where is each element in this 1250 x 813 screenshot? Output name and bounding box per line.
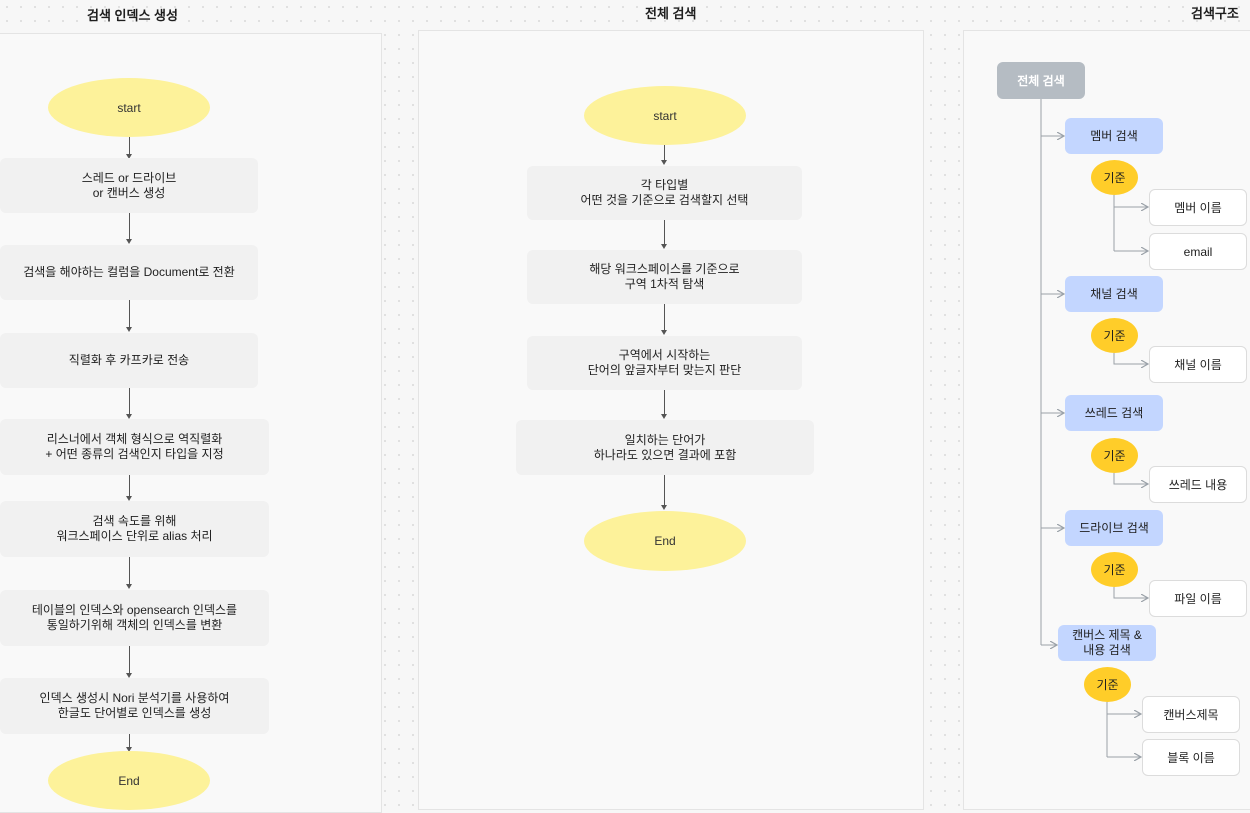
arrowhead-icon	[126, 584, 132, 589]
search-step-select-type[interactable]: 각 타입별 어떤 것을 기준으로 검색할지 선택	[527, 166, 802, 220]
arrowhead-icon	[661, 414, 667, 419]
index-step-deserialize[interactable]: 리스너에서 객체 형식으로 역직렬화 + 어떤 종류의 검색인지 타입을 지정	[0, 419, 269, 475]
arrowhead-icon	[126, 327, 132, 332]
criteria-node[interactable]: 기준	[1091, 160, 1138, 195]
flow-arrow	[664, 390, 665, 415]
index-end-node[interactable]: End	[48, 751, 210, 810]
index-step-alias[interactable]: 검색 속도를 위해 워크스페이스 단위로 alias 처리	[0, 501, 269, 557]
criteria-node[interactable]: 기준	[1091, 438, 1138, 473]
flow-arrow	[664, 220, 665, 245]
arrowhead-icon	[661, 244, 667, 249]
flow-arrow	[664, 475, 665, 506]
flow-arrow	[664, 145, 665, 161]
index-step-convert-index[interactable]: 테이블의 인덱스와 opensearch 인덱스를 통일하기위해 객체의 인덱스…	[0, 590, 269, 646]
criteria-node[interactable]: 기준	[1084, 667, 1131, 702]
search-step-include[interactable]: 일치하는 단어가 하나라도 있으면 결과에 포함	[516, 420, 814, 475]
index-step-kafka[interactable]: 직렬화 후 카프카로 전송	[0, 333, 258, 388]
index-step-create[interactable]: 스레드 or 드라이브 or 캔버스 생성	[0, 158, 258, 213]
arrowhead-icon	[661, 160, 667, 165]
leaf-thread-content[interactable]: 쓰레드 내용	[1149, 466, 1247, 503]
flow-arrow	[129, 475, 130, 497]
leaf-channel-name[interactable]: 채널 이름	[1149, 346, 1247, 383]
search-step-prefix[interactable]: 구역에서 시작하는 단어의 앞글자부터 맞는지 판단	[527, 336, 802, 390]
flow-arrow	[129, 213, 130, 240]
category-thread-search[interactable]: 쓰레드 검색	[1065, 395, 1163, 431]
flow-arrow	[129, 300, 130, 328]
index-section-title: 검색 인덱스 생성	[87, 8, 178, 23]
leaf-member-email[interactable]: email	[1149, 233, 1247, 270]
arrowhead-icon	[661, 505, 667, 510]
arrowhead-icon	[126, 239, 132, 244]
criteria-node[interactable]: 기준	[1091, 552, 1138, 587]
search-end-node[interactable]: End	[584, 511, 746, 571]
category-drive-search[interactable]: 드라이브 검색	[1065, 510, 1163, 546]
arrowhead-icon	[661, 330, 667, 335]
search-section-title: 전체 검색	[645, 6, 697, 21]
flow-arrow	[129, 137, 130, 155]
search-start-node[interactable]: start	[584, 86, 746, 145]
structure-section-title: 검색구조	[1191, 6, 1239, 21]
flow-arrow	[129, 646, 130, 674]
structure-root-node[interactable]: 전체 검색	[997, 62, 1085, 99]
index-step-nori[interactable]: 인덱스 생성시 Nori 분석기를 사용하여 한글도 단어별로 인덱스를 생성	[0, 678, 269, 734]
category-channel-search[interactable]: 채널 검색	[1065, 276, 1163, 312]
search-step-workspace[interactable]: 해당 워크스페이스를 기준으로 구역 1차적 탐색	[527, 250, 802, 304]
leaf-block-name[interactable]: 블록 이름	[1142, 739, 1240, 776]
leaf-file-name[interactable]: 파일 이름	[1149, 580, 1247, 617]
leaf-canvas-title[interactable]: 캔버스제목	[1142, 696, 1240, 733]
flow-arrow	[129, 557, 130, 585]
index-step-document[interactable]: 검색을 해야하는 컬럼을 Document로 전환	[0, 245, 258, 300]
category-canvas-search[interactable]: 캔버스 제목 & 내용 검색	[1058, 625, 1156, 661]
flow-arrow	[129, 388, 130, 415]
criteria-node[interactable]: 기준	[1091, 318, 1138, 353]
index-start-node[interactable]: start	[48, 78, 210, 137]
leaf-member-name[interactable]: 멤버 이름	[1149, 189, 1247, 226]
flow-arrow	[664, 304, 665, 331]
flow-arrow	[129, 734, 130, 748]
category-member-search[interactable]: 멤버 검색	[1065, 118, 1163, 154]
